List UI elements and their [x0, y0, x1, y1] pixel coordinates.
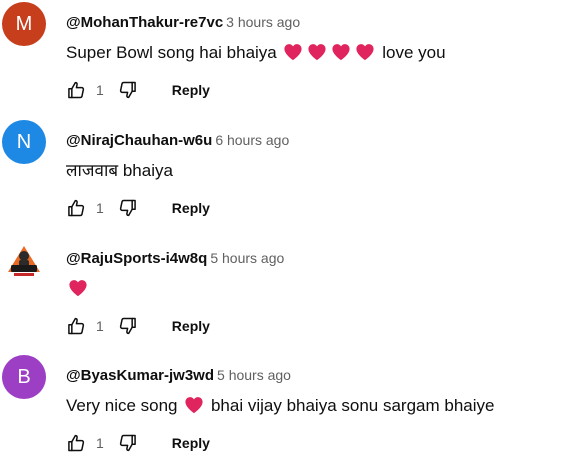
- comment-item: @RajuSports-i4w8q 5 hours ago 1 Reply: [0, 236, 562, 354]
- comment-timestamp[interactable]: 6 hours ago: [215, 132, 289, 148]
- avatar-letter: B: [17, 365, 31, 388]
- reply-button[interactable]: Reply: [172, 82, 210, 98]
- avatar[interactable]: N: [2, 120, 46, 164]
- comment-item: B @ByasKumar-jw3wd 5 hours ago Very nice so…: [0, 353, 562, 471]
- comment-item: M @MohanThakur-re7vc 3 hours ago Super Bowl…: [0, 0, 562, 118]
- comment-text: लाजवाब bhaiya: [66, 160, 173, 182]
- comment-author[interactable]: @ByasKumar-jw3wd: [66, 367, 214, 384]
- comment-text: Super Bowl song hai bhaiya love you: [66, 42, 446, 64]
- comment-actions: 1 Reply: [66, 79, 210, 101]
- thumbs-down-icon[interactable]: [118, 433, 138, 453]
- comment-timestamp[interactable]: 5 hours ago: [210, 250, 284, 266]
- comment-author[interactable]: @RajuSports-i4w8q: [66, 250, 207, 267]
- reply-button[interactable]: Reply: [172, 318, 210, 334]
- thumbs-down-icon[interactable]: [118, 198, 138, 218]
- comment-actions: 1 Reply: [66, 197, 210, 219]
- reply-button[interactable]: Reply: [172, 435, 210, 451]
- thumbs-down-icon[interactable]: [118, 80, 138, 100]
- like-count: 1: [96, 318, 104, 334]
- like-count: 1: [96, 200, 104, 216]
- heart-emoji-icon: [307, 43, 327, 61]
- heart-emoji-icon: [331, 43, 351, 61]
- reply-button[interactable]: Reply: [172, 200, 210, 216]
- thumbs-up-icon[interactable]: [66, 198, 86, 218]
- comment-text-end: love you: [377, 43, 446, 62]
- heart-emoji-icon: [283, 43, 303, 61]
- like-count: 1: [96, 82, 104, 98]
- comment-author[interactable]: @MohanThakur-re7vc: [66, 14, 223, 31]
- cricket-logo-icon: [2, 238, 46, 282]
- comment-text: Very nice song bhai vijay bhaiya sonu sa…: [66, 395, 494, 417]
- comment-actions: 1 Reply: [66, 315, 210, 337]
- avatar-letter: N: [16, 130, 32, 153]
- thumbs-up-icon[interactable]: [66, 316, 86, 336]
- avatar[interactable]: B: [2, 355, 46, 399]
- comment-text: [66, 278, 90, 300]
- comment-header: @MohanThakur-re7vc 3 hours ago: [66, 13, 300, 32]
- comment-item: N @NirajChauhan-w6u 6 hours ago लाजवाब bhai…: [0, 118, 562, 236]
- comment-timestamp[interactable]: 3 hours ago: [226, 14, 300, 30]
- comment-author[interactable]: @NirajChauhan-w6u: [66, 132, 212, 149]
- heart-emoji-icon: [355, 43, 375, 61]
- avatar[interactable]: [2, 238, 46, 282]
- heart-emoji-icon: [184, 396, 204, 414]
- thumbs-up-icon[interactable]: [66, 80, 86, 100]
- avatar-letter: M: [15, 12, 33, 35]
- comment-text-start: लाजवाब bhaiya: [66, 161, 173, 180]
- avatar[interactable]: M: [2, 2, 46, 46]
- comment-text-start: Super Bowl song hai bhaiya: [66, 43, 282, 62]
- comment-text-start: Very nice song: [66, 396, 183, 415]
- heart-emoji-icon: [68, 279, 88, 297]
- comment-text-end: bhai vijay bhaiya sonu sargam bhaiye: [206, 396, 495, 415]
- thumbs-down-icon[interactable]: [118, 316, 138, 336]
- comment-header: @ByasKumar-jw3wd 5 hours ago: [66, 366, 291, 385]
- comment-timestamp[interactable]: 5 hours ago: [217, 367, 291, 383]
- thumbs-up-icon[interactable]: [66, 433, 86, 453]
- comment-actions: 1 Reply: [66, 432, 210, 454]
- comment-header: @RajuSports-i4w8q 5 hours ago: [66, 249, 284, 268]
- comment-header: @NirajChauhan-w6u 6 hours ago: [66, 131, 289, 150]
- like-count: 1: [96, 435, 104, 451]
